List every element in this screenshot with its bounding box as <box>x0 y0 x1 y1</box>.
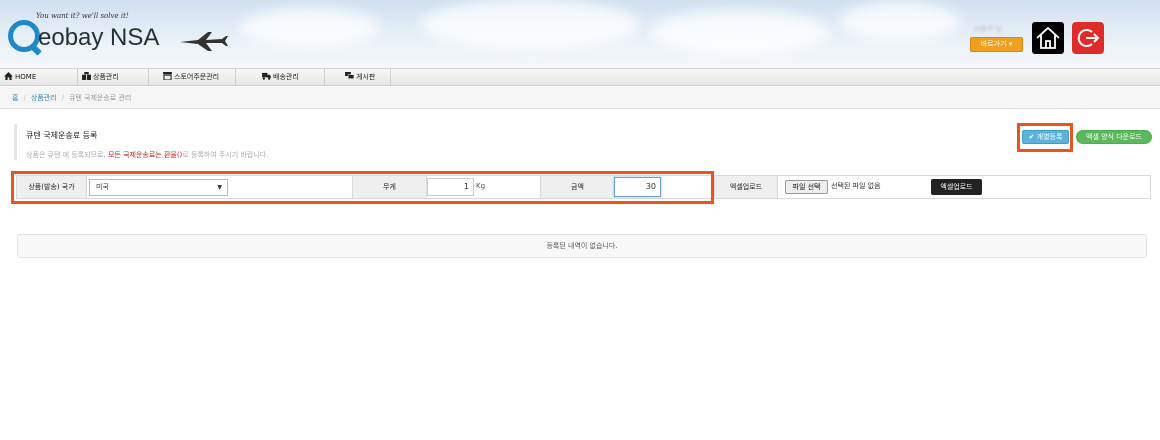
logo-n-mark <box>8 20 40 52</box>
logout-icon <box>1077 29 1100 47</box>
header: You want it? we'll solve it! eobay NSA 사… <box>0 0 1160 68</box>
cloud-decoration <box>240 8 380 48</box>
home-icon <box>4 72 13 80</box>
main-nav: HOME 상품관리 스토어주문관리 배송관리 게시판 <box>0 68 1160 86</box>
form-highlight <box>11 171 714 204</box>
title-accent-bar <box>14 124 17 160</box>
nav-item-product[interactable]: 상품관리 <box>78 69 149 86</box>
notice-suffix: 로 등록하여 주시기 바랍니다. <box>182 151 269 159</box>
excel-upload-button[interactable]: 엑셀업로드 <box>931 179 982 195</box>
notice-prefix: 상품은 큐텐 에 등록되므로, <box>26 151 108 159</box>
nav-label: 배송관리 <box>273 73 299 81</box>
nav-item-store-order[interactable]: 스토어주문관리 <box>149 69 236 86</box>
logout-button[interactable] <box>1072 22 1104 54</box>
breadcrumb-separator: / <box>61 94 64 102</box>
breadcrumb-separator: / <box>23 94 26 102</box>
boxes-icon <box>82 72 91 80</box>
page-title: 큐텐 국제운송료 등록 <box>26 131 98 140</box>
store-icon <box>163 72 172 80</box>
chat-icon <box>345 72 354 79</box>
nav-item-home[interactable]: HOME <box>0 69 78 86</box>
excel-upload-label: 엑셀업로드 <box>714 176 778 198</box>
nav-item-board[interactable]: 게시판 <box>325 69 391 86</box>
nav-item-shipping[interactable]: 배송관리 <box>236 69 325 86</box>
cloud-decoration <box>840 2 960 42</box>
nav-label: 상품관리 <box>93 73 119 81</box>
breadcrumb-product[interactable]: 상품관리 <box>31 94 57 102</box>
nav-label: 스토어주문관리 <box>174 73 220 81</box>
home-button[interactable] <box>1032 22 1064 54</box>
nav-label: HOME <box>15 73 37 81</box>
shortcut-dropdown-button[interactable]: 바로가기 ▾ <box>970 37 1023 52</box>
breadcrumb-home[interactable]: 홈 <box>12 94 18 102</box>
excel-template-download-button[interactable]: 엑셀 양식 다운로드 <box>1076 130 1152 144</box>
airplane-icon <box>180 32 228 51</box>
breadcrumb-current: 큐텐 국제운송료 관리 <box>68 94 132 102</box>
file-status-text: 선택된 파일 없음 <box>831 182 881 190</box>
logo[interactable]: You want it? we'll solve it! eobay NSA <box>8 10 228 60</box>
breadcrumb: 홈 / 상품관리 / 큐텐 국제운송료 관리 <box>0 87 1160 109</box>
cloud-decoration <box>420 0 640 50</box>
notice-text: 상품은 큐텐 에 등록되므로, 모든 국제운송료는 환율()로 등록하여 주시기… <box>26 150 268 160</box>
register-button[interactable]: ✔ 개별등록 <box>1022 130 1069 144</box>
nav-label: 게시판 <box>356 73 376 81</box>
truck-icon <box>262 72 271 80</box>
cloud-decoration <box>650 10 830 55</box>
house-icon <box>1036 26 1060 49</box>
user-name: 사용자 님 <box>974 25 1002 33</box>
logo-text: eobay NSA <box>38 24 160 51</box>
tagline: You want it? we'll solve it! <box>36 12 129 20</box>
file-select-button[interactable]: 파일 선택 <box>785 180 828 194</box>
empty-list-message: 등록된 내역이 없습니다. <box>17 234 1147 258</box>
notice-warning: 모든 국제운송료는 환율() <box>107 151 183 159</box>
